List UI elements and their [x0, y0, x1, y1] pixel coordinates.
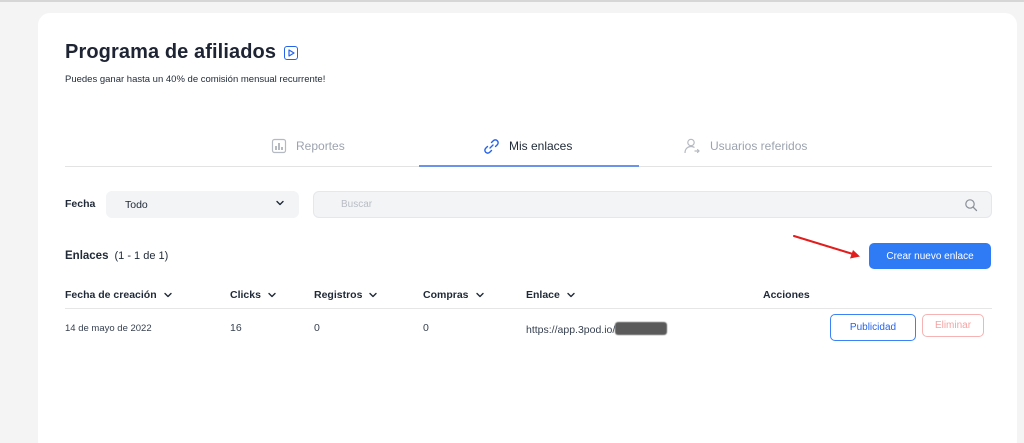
col-enlace-label: Enlace [526, 289, 560, 301]
fecha-select-value: Todo [125, 198, 148, 211]
col-registros-label: Registros [314, 289, 363, 301]
active-tab-indicator [419, 165, 639, 167]
tab-bar: Reportes Mis enlaces Usuarios referidos [65, 125, 992, 167]
col-compras[interactable]: Compras [423, 289, 485, 301]
chevron-down-icon [267, 290, 277, 300]
user-share-icon [683, 137, 701, 155]
fecha-select[interactable]: Todo [106, 191, 299, 218]
col-fecha-creacion-label: Fecha de creación [65, 289, 157, 301]
search-icon[interactable] [964, 198, 978, 217]
page-subtitle: Puedes ganar hasta un 40% de comisión me… [65, 74, 326, 85]
redacted-link-part [615, 322, 668, 335]
cell-enlace[interactable]: https://app.3pod.io/ [526, 322, 668, 336]
col-compras-label: Compras [423, 289, 469, 301]
tab-mis-enlaces[interactable]: Mis enlaces [483, 125, 572, 167]
cell-clicks: 16 [230, 322, 242, 334]
tab-usuarios-referidos[interactable]: Usuarios referidos [683, 125, 807, 167]
search-input[interactable] [314, 192, 934, 217]
col-acciones: Acciones [763, 289, 810, 301]
cell-fecha: 14 de mayo de 2022 [65, 323, 152, 334]
tab-reportes[interactable]: Reportes [271, 125, 345, 167]
cell-compras: 0 [423, 322, 429, 334]
table-row: 14 de mayo de 2022 16 0 0 https://app.3p… [65, 309, 992, 347]
window-top-border [0, 0, 1024, 2]
col-fecha-creacion[interactable]: Fecha de creación [65, 289, 173, 301]
col-clicks-label: Clicks [230, 289, 261, 301]
col-registros[interactable]: Registros [314, 289, 378, 301]
table-header: Fecha de creación Clicks Registros Compr… [65, 289, 992, 309]
chevron-down-icon [475, 290, 485, 300]
create-link-button[interactable]: Crear nuevo enlace [869, 243, 991, 269]
publicidad-button[interactable]: Publicidad [830, 314, 916, 341]
chevron-down-icon [275, 198, 285, 211]
tab-mis-enlaces-label: Mis enlaces [509, 139, 573, 153]
cell-enlace-url: https://app.3pod.io/ [526, 324, 616, 336]
links-count: (1 - 1 de 1) [114, 250, 169, 262]
chevron-down-icon [368, 290, 378, 300]
col-clicks[interactable]: Clicks [230, 289, 277, 301]
affiliate-card: Programa de afiliados Puedes ganar hasta… [38, 13, 1017, 443]
col-acciones-label: Acciones [763, 289, 810, 301]
fecha-label: Fecha [65, 198, 96, 210]
search-box [313, 191, 992, 218]
tab-usuarios-referidos-label: Usuarios referidos [710, 139, 808, 153]
report-icon [271, 138, 287, 154]
chevron-down-icon [163, 290, 173, 300]
links-header: Enlaces (1 - 1 de 1) [65, 250, 168, 262]
page-title: Programa de afiliados [65, 41, 277, 63]
title-row: Programa de afiliados [65, 41, 299, 64]
video-play-icon[interactable] [284, 45, 299, 60]
eliminar-button[interactable]: Eliminar [922, 314, 984, 337]
link-icon [483, 138, 500, 155]
chevron-down-icon [566, 290, 576, 300]
links-title: Enlaces [65, 250, 109, 262]
col-enlace[interactable]: Enlace [526, 289, 576, 301]
cell-registros: 0 [314, 322, 320, 334]
tab-reportes-label: Reportes [296, 139, 345, 153]
annotation-arrow-icon [793, 235, 860, 259]
filters-bar: Fecha Todo [65, 191, 992, 218]
